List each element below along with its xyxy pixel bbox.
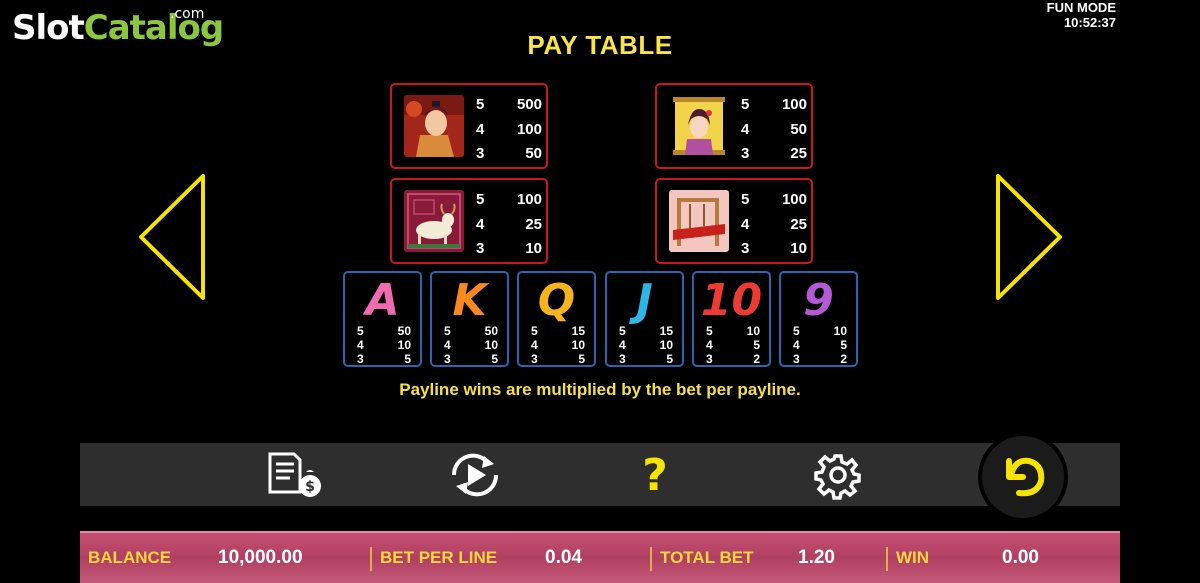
right-side-panel bbox=[1120, 0, 1200, 583]
pay-row: 45 bbox=[793, 338, 847, 352]
pay-row: 5 100 bbox=[741, 96, 807, 113]
svg-text:$: $ bbox=[305, 479, 315, 495]
pay-row: 5 100 bbox=[476, 191, 542, 208]
a-pays: 5 50 4 10 35 bbox=[357, 324, 411, 366]
k-pays: 5 50 4 10 35 bbox=[444, 324, 498, 366]
divider bbox=[650, 547, 652, 571]
pay-row: 3 25 bbox=[741, 145, 807, 162]
pay-row: 35 bbox=[619, 352, 673, 366]
back-button[interactable] bbox=[978, 432, 1068, 522]
pay-row: 45 bbox=[706, 338, 760, 352]
loom-pays: 5 100 4 25 3 10 bbox=[741, 188, 807, 262]
paytable-card-warrior: 5 500 4 100 3 50 bbox=[390, 83, 548, 169]
toolbar bbox=[80, 443, 1120, 506]
bet-per-line-label: BET PER LINE bbox=[380, 548, 498, 567]
paytable-card-q: Q 5 15 4 10 35 bbox=[517, 271, 596, 367]
pay-row: 4 25 bbox=[476, 215, 542, 233]
divider bbox=[886, 547, 888, 571]
pay-row: 5 15 bbox=[619, 324, 673, 338]
settings-icon bbox=[814, 454, 861, 500]
pay-row: 5 500 bbox=[476, 96, 542, 113]
bet-per-line-value: 0.04 bbox=[545, 547, 582, 568]
help-button[interactable]: ? bbox=[625, 448, 685, 502]
pay-row: 4 25 bbox=[741, 215, 807, 233]
pay-row: 35 bbox=[531, 352, 585, 366]
fun-mode-label: FUN MODE bbox=[1046, 0, 1116, 15]
win-label: WIN bbox=[896, 548, 930, 567]
pay-row: 5 100 bbox=[741, 191, 807, 208]
paytable-card-k: K 5 50 4 10 35 bbox=[430, 271, 509, 367]
pay-row: 5 50 bbox=[444, 324, 498, 338]
logo-dotcom-text: .com bbox=[170, 6, 205, 22]
arrow-right-icon bbox=[996, 174, 1062, 300]
ten-pays: 5 10 45 32 bbox=[706, 324, 760, 366]
pay-row: 4 10 bbox=[357, 338, 411, 352]
symbol-k: K bbox=[452, 275, 487, 326]
ox-symbol-image bbox=[404, 190, 464, 252]
payline-note: Payline wins are multiplied by the bet p… bbox=[399, 380, 801, 399]
loom-symbol-image bbox=[669, 190, 729, 252]
balance-value: 10,000.00 bbox=[218, 547, 303, 568]
balance-label: BALANCE bbox=[88, 548, 172, 567]
paytable-card-princess: 5 100 4 50 3 25 bbox=[655, 83, 813, 169]
back-icon bbox=[1006, 457, 1045, 497]
autoplay-button[interactable] bbox=[445, 448, 505, 502]
status-area: FUN MODE 10:52:37 bbox=[1047, 0, 1116, 30]
pay-row: 5 15 bbox=[531, 324, 585, 338]
symbol-10: 10 bbox=[700, 275, 763, 326]
help-icon: ? bbox=[642, 449, 668, 501]
symbol-j: J bbox=[636, 275, 653, 326]
pay-row: 5 10 bbox=[706, 324, 760, 338]
total-bet-value: 1.20 bbox=[798, 547, 835, 568]
prev-page-button[interactable] bbox=[133, 172, 211, 302]
pay-row: 32 bbox=[706, 352, 760, 366]
win-value: 0.00 bbox=[1002, 547, 1039, 568]
pay-row: 4 10 bbox=[619, 338, 673, 352]
ox-pays: 5 100 4 25 3 10 bbox=[476, 188, 542, 262]
paytable-card-j: J 5 15 4 10 35 bbox=[605, 271, 684, 367]
warrior-symbol-image bbox=[404, 95, 464, 157]
princess-symbol-image bbox=[669, 95, 729, 157]
page-title: PAY TABLE bbox=[527, 30, 673, 60]
pay-row: 4 10 bbox=[444, 338, 498, 352]
pay-row: 3 10 bbox=[476, 240, 542, 257]
pay-row: 4 100 bbox=[476, 120, 542, 138]
total-bet-label: TOTAL BET bbox=[660, 548, 754, 567]
arrow-left-icon bbox=[139, 174, 205, 300]
nine-pays: 5 10 45 32 bbox=[793, 324, 847, 366]
paytable-card-9: 9 5 10 45 32 bbox=[779, 271, 858, 367]
symbol-a: A bbox=[365, 275, 400, 326]
pay-row: 3 10 bbox=[741, 240, 807, 257]
divider bbox=[370, 547, 372, 571]
clock-time: 10:52:37 bbox=[1063, 15, 1116, 30]
pay-row: 4 10 bbox=[531, 338, 585, 352]
paytable-card-loom: 5 100 4 25 3 10 bbox=[655, 178, 813, 264]
princess-pays: 5 100 4 50 3 25 bbox=[741, 93, 807, 167]
symbol-9: 9 bbox=[803, 275, 834, 326]
warrior-pays: 5 500 4 100 3 50 bbox=[476, 93, 542, 167]
pay-row: 3 50 bbox=[476, 145, 542, 162]
settings-button[interactable] bbox=[808, 448, 868, 502]
q-pays: 5 15 4 10 35 bbox=[531, 324, 585, 366]
paytable-card-a: A 5 50 4 10 35 bbox=[343, 271, 422, 367]
symbol-q: Q bbox=[537, 275, 576, 326]
next-page-button[interactable] bbox=[990, 172, 1068, 302]
autoplay-icon bbox=[451, 453, 499, 497]
pay-row: 5 10 bbox=[793, 324, 847, 338]
bottom-info-bar: BALANCE 10,000.00 BET PER LINE 0.04 TOTA… bbox=[80, 531, 1120, 583]
paytable-card-ox: 5 100 4 25 3 10 bbox=[390, 178, 548, 264]
pay-row: 35 bbox=[357, 352, 411, 366]
paytable-button[interactable]: $ bbox=[265, 448, 325, 502]
paytable-icon: $ bbox=[268, 452, 321, 497]
j-pays: 5 15 4 10 35 bbox=[619, 324, 673, 366]
pay-row: 4 50 bbox=[741, 120, 807, 138]
pay-row: 35 bbox=[444, 352, 498, 366]
paytable-card-10: 10 5 10 45 32 bbox=[692, 271, 771, 367]
pay-row: 5 50 bbox=[357, 324, 411, 338]
pay-row: 32 bbox=[793, 352, 847, 366]
